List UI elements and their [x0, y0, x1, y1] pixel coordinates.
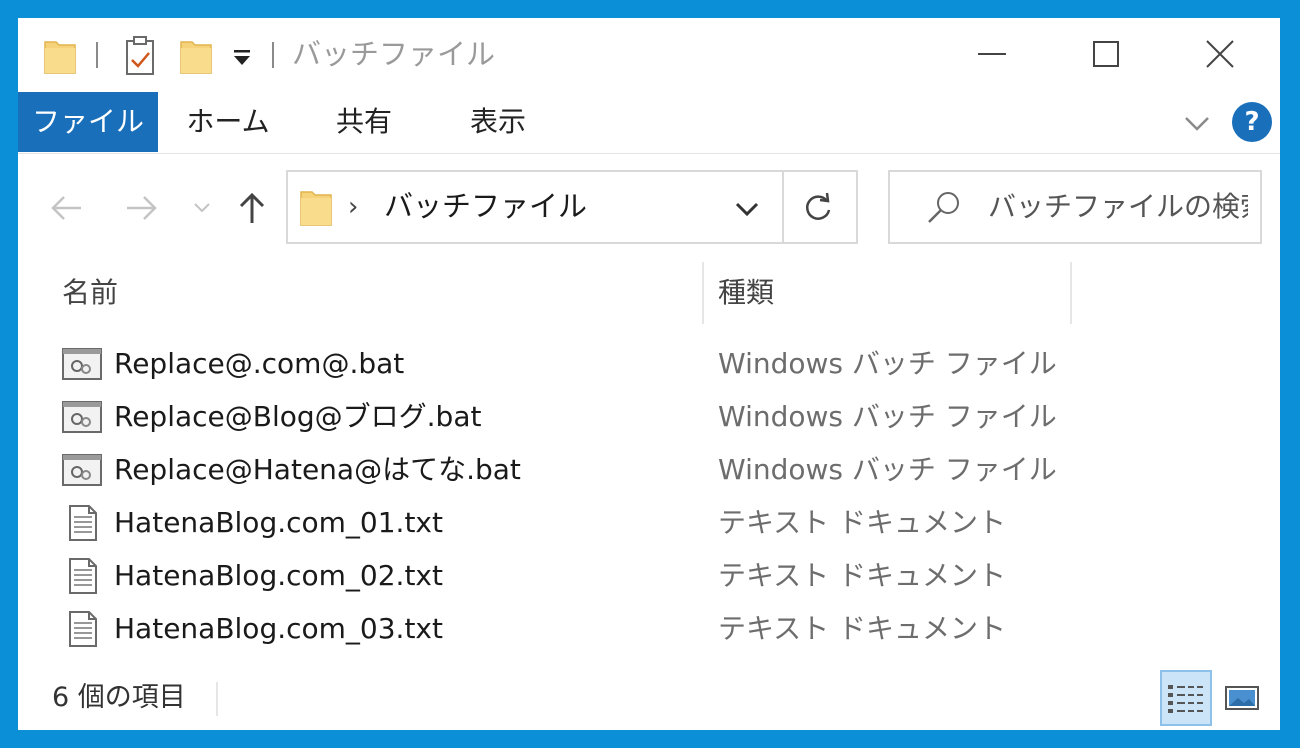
new-folder-icon[interactable]: [180, 38, 212, 74]
minimize-button[interactable]: [962, 28, 1022, 80]
tab-home[interactable]: ホーム: [178, 92, 278, 152]
breadcrumb-current-folder[interactable]: バッチファイル: [384, 186, 587, 226]
forward-arrow-icon: [127, 196, 157, 220]
toolbar-separator: [96, 42, 98, 68]
file-row[interactable]: Replace@Hatena@はてな.bat Windows バッチ ファイル: [52, 444, 1057, 496]
status-item-count: 6 個の項目: [52, 682, 186, 713]
text-file-icon: [69, 505, 97, 541]
folder-icon: [300, 191, 332, 226]
refresh-icon: [806, 192, 831, 220]
address-divider: [782, 172, 784, 242]
large-icons-view-icon: [1225, 686, 1259, 710]
file-name: HatenaBlog.com_01.txt: [114, 506, 443, 539]
quick-access-dropdown-icon[interactable]: [230, 48, 254, 68]
up-arrow-icon: [239, 192, 265, 223]
back-button[interactable]: [46, 188, 86, 228]
large-icons-view-button[interactable]: [1216, 670, 1268, 726]
maximize-button[interactable]: [1076, 28, 1136, 80]
address-bar[interactable]: › バッチファイル: [286, 170, 858, 244]
column-divider[interactable]: [1070, 262, 1072, 324]
text-file-icon: [69, 611, 97, 647]
explorer-window: バッチファイル ファイル ホーム 共有 表示 ? › バッチファイル バッチファ…: [18, 18, 1280, 730]
file-type: Windows バッチ ファイル: [718, 400, 1057, 433]
tab-share[interactable]: 共有: [318, 92, 410, 152]
file-name: Replace@Hatena@はてな.bat: [114, 453, 521, 486]
file-row[interactable]: HatenaBlog.com_02.txt テキスト ドキュメント: [52, 550, 1052, 602]
close-button[interactable]: [1190, 28, 1250, 80]
file-type: Windows バッチ ファイル: [718, 453, 1057, 486]
ribbon-tabs: ファイル ホーム 共有 表示 ?: [18, 92, 1280, 154]
file-row[interactable]: Replace@.com@.bat Windows バッチ ファイル: [52, 338, 1057, 390]
file-type: テキスト ドキュメント: [718, 612, 1007, 645]
search-input[interactable]: [988, 186, 1248, 226]
title-bar: バッチファイル: [18, 18, 1280, 92]
details-view-icon: [1168, 685, 1203, 713]
file-name: HatenaBlog.com_03.txt: [114, 612, 443, 645]
batch-file-icon: [62, 348, 102, 380]
breadcrumb-separator: ›: [348, 192, 359, 222]
window-title: バッチファイル: [292, 37, 496, 71]
file-type: テキスト ドキュメント: [718, 506, 1007, 539]
tab-view[interactable]: 表示: [452, 92, 544, 152]
forward-button[interactable]: [122, 188, 162, 228]
chevron-down-icon: [194, 203, 210, 213]
column-header-name[interactable]: 名前: [52, 262, 702, 324]
file-row[interactable]: HatenaBlog.com_01.txt テキスト ドキュメント: [52, 497, 1052, 549]
file-row[interactable]: Replace@Blog@ブログ.bat Windows バッチ ファイル: [52, 391, 1057, 443]
batch-file-icon: [62, 401, 102, 433]
expand-ribbon-chevron-icon[interactable]: [1182, 110, 1212, 136]
help-icon[interactable]: ?: [1232, 102, 1272, 142]
file-type: Windows バッチ ファイル: [718, 347, 1057, 380]
file-name: HatenaBlog.com_02.txt: [114, 559, 443, 592]
recent-locations-button[interactable]: [190, 188, 214, 228]
batch-file-icon: [62, 454, 102, 486]
column-divider[interactable]: [702, 262, 704, 324]
maximize-icon: [1093, 41, 1119, 67]
search-icon: [928, 192, 959, 223]
details-view-button[interactable]: [1160, 670, 1212, 726]
file-name: Replace@Blog@ブログ.bat: [114, 400, 482, 433]
close-icon: [1206, 40, 1234, 68]
back-arrow-icon: [51, 196, 81, 220]
address-dropdown-icon[interactable]: [732, 196, 762, 222]
toolbar-separator: [272, 42, 274, 68]
search-box[interactable]: [888, 170, 1262, 244]
refresh-button[interactable]: [798, 188, 838, 228]
file-type: テキスト ドキュメント: [718, 559, 1007, 592]
properties-icon[interactable]: [124, 36, 156, 76]
file-row[interactable]: HatenaBlog.com_03.txt テキスト ドキュメント: [52, 603, 1052, 655]
status-separator: [216, 682, 218, 716]
text-file-icon: [69, 558, 97, 594]
tab-file[interactable]: ファイル: [18, 92, 158, 152]
minimize-icon: [978, 53, 1006, 55]
column-header-type[interactable]: 種類: [708, 262, 1068, 324]
up-button[interactable]: [232, 188, 272, 228]
file-name: Replace@.com@.bat: [114, 347, 405, 380]
folder-icon[interactable]: [44, 38, 76, 74]
